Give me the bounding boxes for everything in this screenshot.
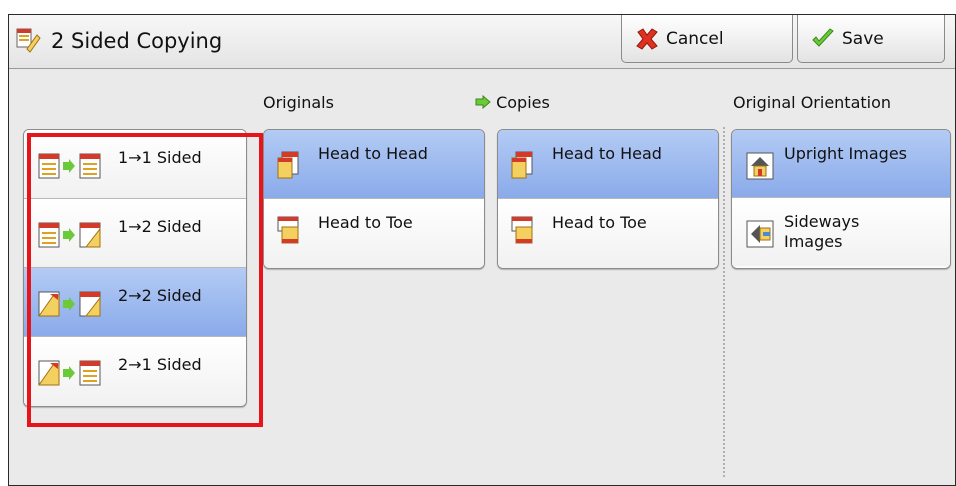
head-to-head-icon <box>511 151 533 179</box>
option-label: Head to Head <box>552 144 662 163</box>
option-label: Head to Toe <box>318 213 413 232</box>
head-to-toe-icon <box>511 216 533 244</box>
column-divider <box>723 127 725 477</box>
originals-head-to-toe[interactable]: Head to Toe <box>264 199 484 268</box>
sideways-house-icon <box>746 220 774 248</box>
cancel-x-icon <box>636 27 658 50</box>
orientation-group: Upright Images Sideways Images <box>731 129 951 269</box>
originals-head-to-head[interactable]: Head to Head <box>264 130 484 199</box>
two-sided-copying-panel: 2 Sided Copying Cancel Save 1→1 Sided 1→… <box>8 14 956 486</box>
originals-label: Originals <box>263 93 334 112</box>
option-label: Sideways Images <box>784 212 860 251</box>
save-label: Save <box>842 28 884 49</box>
head-to-head-icon <box>277 151 299 179</box>
copy-settings-icon <box>16 28 41 53</box>
save-button[interactable]: Save <box>797 15 945 63</box>
copies-label: Copies <box>496 93 550 112</box>
copies-label-wrap: Copies <box>475 93 550 112</box>
originals-group: Head to Head Head to Toe <box>263 129 485 269</box>
orientation-label: Original Orientation <box>733 93 892 112</box>
head-to-toe-icon <box>277 216 299 244</box>
title-bar: 2 Sided Copying Cancel Save <box>9 15 955 69</box>
checkmark-icon <box>812 27 834 47</box>
option-label: Upright Images <box>784 144 907 163</box>
cancel-button[interactable]: Cancel <box>621 15 793 63</box>
copies-head-to-head[interactable]: Head to Head <box>498 130 718 199</box>
arrow-right-icon <box>475 94 491 110</box>
option-label: Head to Head <box>318 144 428 163</box>
orientation-upright-images[interactable]: Upright Images <box>732 130 950 198</box>
copies-group: Head to Head Head to Toe <box>497 129 719 269</box>
copies-head-to-toe[interactable]: Head to Toe <box>498 199 718 268</box>
sided-options-highlight <box>27 133 263 427</box>
upright-house-icon <box>746 152 774 180</box>
orientation-sideways-images[interactable]: Sideways Images <box>732 198 950 266</box>
option-label: Head to Toe <box>552 213 647 232</box>
cancel-label: Cancel <box>666 28 724 49</box>
page-title: 2 Sided Copying <box>51 29 223 53</box>
